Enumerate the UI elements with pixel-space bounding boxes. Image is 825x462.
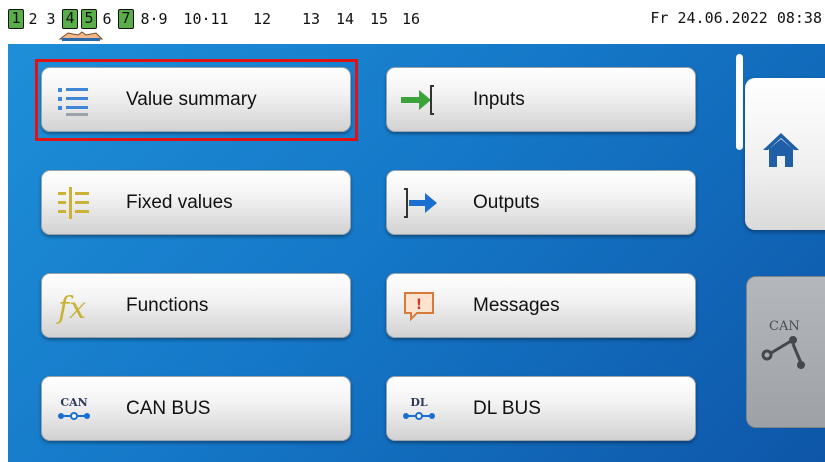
status-bar: 1 2 3 4 5 6 7 8·9 10·11 12 13 14 15 16 Fr 24.06.2022 … bbox=[0, 0, 825, 44]
home-icon bbox=[763, 133, 799, 167]
dl-bus-icon: DL bbox=[403, 396, 435, 420]
can-bus-icon: CAN bbox=[58, 396, 90, 420]
fx-icon: fx bbox=[56, 291, 86, 324]
can-side-label: CAN bbox=[769, 319, 800, 334]
can-icon-text: CAN bbox=[60, 396, 87, 409]
dl-bus-button[interactable]: DL DL BUS bbox=[386, 376, 696, 441]
message-icon: ! bbox=[404, 292, 434, 322]
can-bus-button[interactable]: CAN CAN BUS bbox=[41, 376, 351, 441]
functions-button[interactable]: fx Functions bbox=[41, 273, 351, 338]
dl-bus-label: DL BUS bbox=[473, 398, 541, 419]
selection-highlight bbox=[35, 59, 358, 141]
fx-icon-text: fx bbox=[56, 291, 86, 324]
exclamation-text: ! bbox=[416, 297, 422, 313]
fixed-values-label: Fixed values bbox=[126, 192, 233, 213]
can-network-icon bbox=[761, 336, 805, 369]
home-button[interactable] bbox=[745, 78, 825, 230]
outputs-label: Outputs bbox=[473, 192, 540, 213]
messages-button[interactable]: ! Messages bbox=[386, 273, 696, 338]
messages-label: Messages bbox=[473, 295, 560, 316]
fixed-values-icon bbox=[58, 187, 89, 219]
inputs-label: Inputs bbox=[473, 89, 525, 110]
outputs-button[interactable]: Outputs bbox=[386, 170, 696, 235]
can-network-button[interactable]: CAN bbox=[746, 276, 825, 428]
fixed-values-button[interactable]: Fixed values bbox=[41, 170, 351, 235]
hand-icon bbox=[58, 31, 104, 41]
datetime: Fr 24.06.2022 08:38 bbox=[650, 9, 822, 27]
input-arrow-icon bbox=[401, 85, 434, 115]
scrollbar[interactable] bbox=[736, 54, 743, 150]
dl-icon-text: DL bbox=[410, 396, 428, 409]
functions-label: Functions bbox=[126, 295, 209, 316]
output-arrow-icon bbox=[404, 188, 437, 218]
main-menu-panel: Value summary Inputs Fixed values Output… bbox=[8, 44, 825, 462]
inputs-button[interactable]: Inputs bbox=[386, 67, 696, 132]
can-bus-label: CAN BUS bbox=[126, 398, 211, 419]
